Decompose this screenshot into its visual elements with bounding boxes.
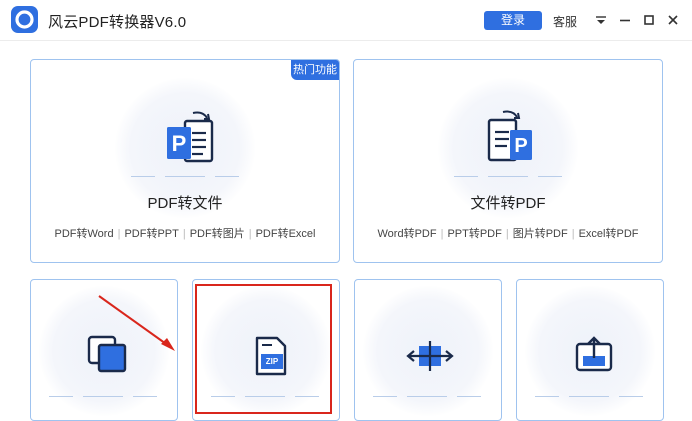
card-divider xyxy=(131,176,155,177)
card-divider xyxy=(538,176,562,177)
app-title: 风云PDF转换器V6.0 xyxy=(48,14,187,31)
annotation-arrow-icon xyxy=(98,295,175,351)
option-ppt-to-pdf[interactable]: PPT转PDF xyxy=(447,228,501,240)
separator: | xyxy=(571,228,575,240)
file-to-pdf-card[interactable]: P 文件转PDF Word转PDF | PPT转PDF | 图片转PDF | Excel转P… xyxy=(353,59,663,263)
highlight-box xyxy=(195,284,332,414)
option-pdf-to-image[interactable]: PDF转图片 xyxy=(190,228,245,240)
app-logo xyxy=(11,6,38,33)
card-divider xyxy=(165,176,205,177)
separator: | xyxy=(182,228,186,240)
minimize-icon[interactable] xyxy=(617,12,633,28)
option-excel-to-pdf[interactable]: Excel转PDF xyxy=(579,228,639,240)
card-divider xyxy=(133,396,157,397)
option-word-to-pdf[interactable]: Word转PDF xyxy=(378,228,437,240)
card-divider xyxy=(407,396,447,397)
card-divider xyxy=(215,176,239,177)
card-options: PDF转Word | PDF转PPT | PDF转图片 | PDF转Excel xyxy=(31,225,339,241)
card-title: 文件转PDF xyxy=(470,195,546,212)
title-bar: 风云PDF转换器V6.0 登录 客服 xyxy=(0,0,692,41)
option-image-to-pdf[interactable]: 图片转PDF xyxy=(513,228,568,240)
app-logo-icon xyxy=(15,10,34,29)
split-icon xyxy=(406,341,454,371)
upload-icon xyxy=(575,336,613,372)
svg-text:P: P xyxy=(514,135,527,157)
card-divider xyxy=(454,176,478,177)
separator: | xyxy=(505,228,509,240)
hot-feature-badge: 热门功能 xyxy=(291,60,339,80)
menu-icon[interactable] xyxy=(593,12,609,28)
card-divider xyxy=(535,396,559,397)
option-pdf-to-word[interactable]: PDF转Word xyxy=(55,228,114,240)
option-pdf-to-excel[interactable]: PDF转Excel xyxy=(256,228,316,240)
card-divider xyxy=(619,396,643,397)
separator: | xyxy=(117,228,121,240)
option-pdf-to-ppt[interactable]: PDF转PPT xyxy=(124,228,178,240)
close-icon[interactable] xyxy=(665,12,681,28)
login-button[interactable]: 登录 xyxy=(484,11,542,30)
card-options: Word转PDF | PPT转PDF | 图片转PDF | Excel转PDF xyxy=(354,225,662,241)
customer-service-button[interactable]: 客服 xyxy=(553,13,577,30)
separator: | xyxy=(248,228,252,240)
card-divider xyxy=(49,396,73,397)
pdf-to-file-icon: P xyxy=(167,111,214,163)
card-divider xyxy=(83,396,123,397)
file-to-pdf-icon: P xyxy=(487,110,532,162)
card-divider xyxy=(457,396,481,397)
card-divider xyxy=(373,396,397,397)
pdf-to-file-card[interactable]: 热门功能 P PDF转文件 PDF转Word | PDF转PPT | PDF转图片 | PD… xyxy=(30,59,340,263)
maximize-icon[interactable] xyxy=(641,12,657,28)
svg-text:P: P xyxy=(172,131,187,156)
card-divider xyxy=(488,176,528,177)
card-title: PDF转文件 xyxy=(147,195,223,212)
card-divider xyxy=(569,396,609,397)
separator: | xyxy=(440,228,444,240)
